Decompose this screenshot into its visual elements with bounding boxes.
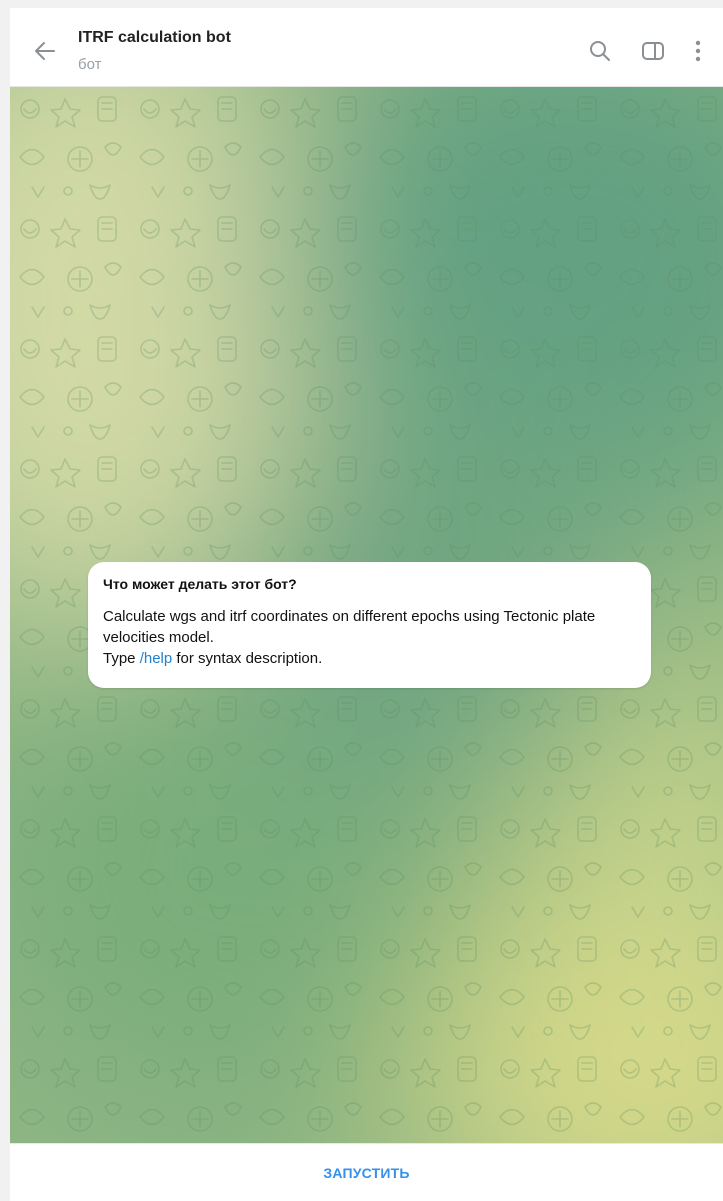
bot-info-description: Calculate wgs and itrf coordinates on di… — [103, 606, 636, 669]
chat-subtitle: бот — [78, 56, 102, 73]
sidebar-toggle-icon[interactable] — [640, 38, 666, 64]
chat-window: ITRF calculation bot бот Что может делат… — [10, 8, 723, 1201]
chat-background: Что может делать этот бот? Calculate wgs… — [10, 87, 723, 1143]
bottom-bar: ЗАПУСТИТЬ — [10, 1143, 723, 1201]
help-command-link[interactable]: /help — [140, 650, 173, 667]
more-vertical-icon[interactable] — [685, 38, 711, 64]
bot-info-line2-suffix: for syntax description. — [172, 650, 323, 667]
bot-info-title: Что может делать этот бот? — [103, 576, 297, 592]
bot-info-line1: Calculate wgs and itrf coordinates on di… — [103, 608, 596, 646]
chat-title[interactable]: ITRF calculation bot — [78, 29, 231, 47]
bot-info-line2-prefix: Type — [103, 650, 140, 667]
chat-header: ITRF calculation bot бот — [10, 8, 723, 87]
bot-info-card: Что может делать этот бот? Calculate wgs… — [88, 562, 651, 688]
back-arrow-icon[interactable] — [32, 38, 58, 64]
search-icon[interactable] — [587, 38, 613, 64]
start-button[interactable]: ЗАПУСТИТЬ — [10, 1144, 723, 1201]
